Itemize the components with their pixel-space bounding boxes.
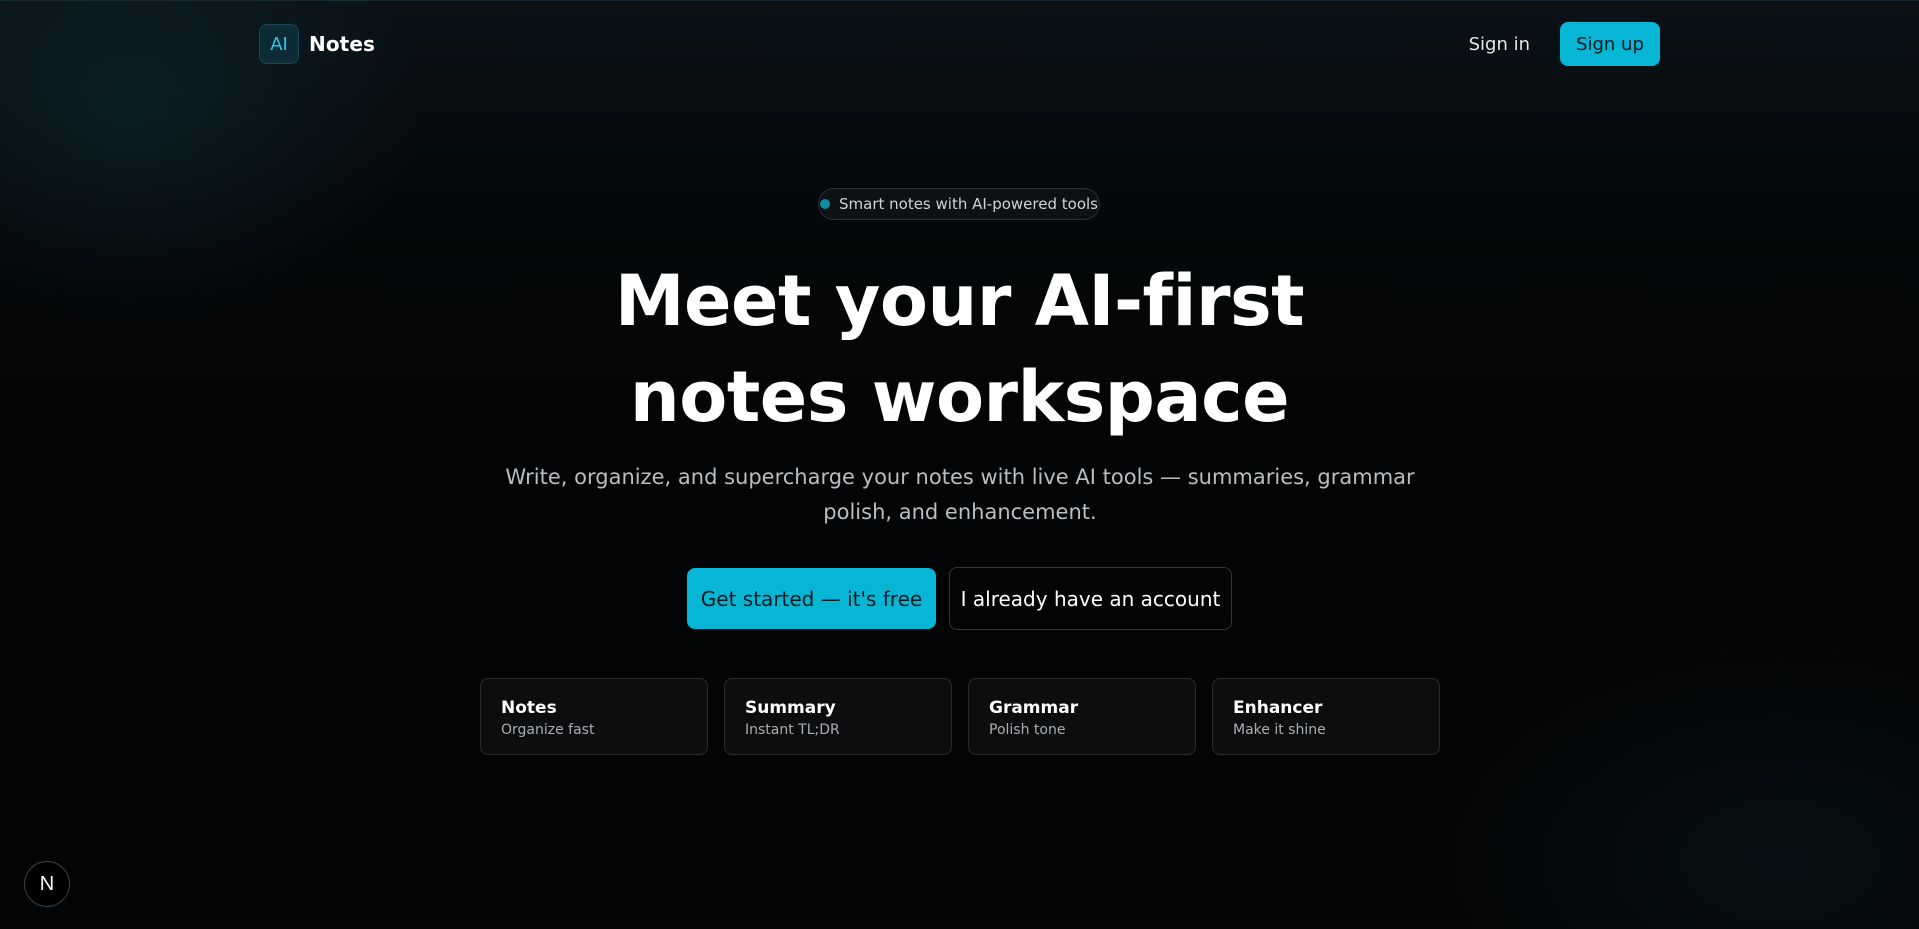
feature-card-summary: Summary Instant TL;DR <box>724 678 952 755</box>
hero-title: Meet your AI-first notes workspace <box>0 253 1919 445</box>
feature-card-description: Organize fast <box>501 722 595 738</box>
feature-card-grammar: Grammar Polish tone <box>968 678 1196 755</box>
feature-card-description: Instant TL;DR <box>745 722 840 738</box>
cta-row: Get started — it's free I already have a… <box>687 567 1232 630</box>
hero-title-line-2: notes workspace <box>629 356 1290 438</box>
sign-in-link[interactable]: Sign in <box>1469 34 1530 55</box>
feature-card-description: Make it shine <box>1233 722 1326 738</box>
status-dot-icon <box>820 199 830 209</box>
header-nav: Sign in Sign up <box>1469 22 1660 66</box>
feature-card-title: Grammar <box>989 698 1079 718</box>
brand-badge-icon: AI <box>259 24 299 64</box>
landing-page: AI Notes Sign in Sign up Smart notes wit… <box>0 0 1919 929</box>
get-started-button[interactable]: Get started — it's free <box>687 568 936 629</box>
site-header: AI Notes Sign in Sign up <box>259 22 1660 66</box>
feature-card-description: Polish tone <box>989 722 1066 738</box>
feature-cards: Notes Organize fast Summary Instant TL;D… <box>480 678 1440 755</box>
feature-card-title: Notes <box>501 698 557 718</box>
hero-subtitle: Write, organize, and supercharge your no… <box>505 465 1415 524</box>
sign-up-button[interactable]: Sign up <box>1560 22 1660 66</box>
brand-name: Notes <box>309 32 376 56</box>
brand-logo-link[interactable]: AI Notes <box>259 23 375 65</box>
feature-card-notes: Notes Organize fast <box>480 678 708 755</box>
feature-card-title: Summary <box>745 698 836 718</box>
existing-account-button[interactable]: I already have an account <box>949 567 1232 630</box>
feature-card-enhancer: Enhancer Make it shine <box>1212 678 1440 755</box>
feature-card-title: Enhancer <box>1233 698 1323 718</box>
hero-title-line-1: Meet your AI-first <box>614 260 1305 342</box>
announcement-pill: Smart notes with AI-powered tools <box>818 188 1100 220</box>
announcement-text: Smart notes with AI-powered tools <box>839 195 1098 213</box>
dev-tools-indicator-icon[interactable]: N <box>24 861 70 907</box>
